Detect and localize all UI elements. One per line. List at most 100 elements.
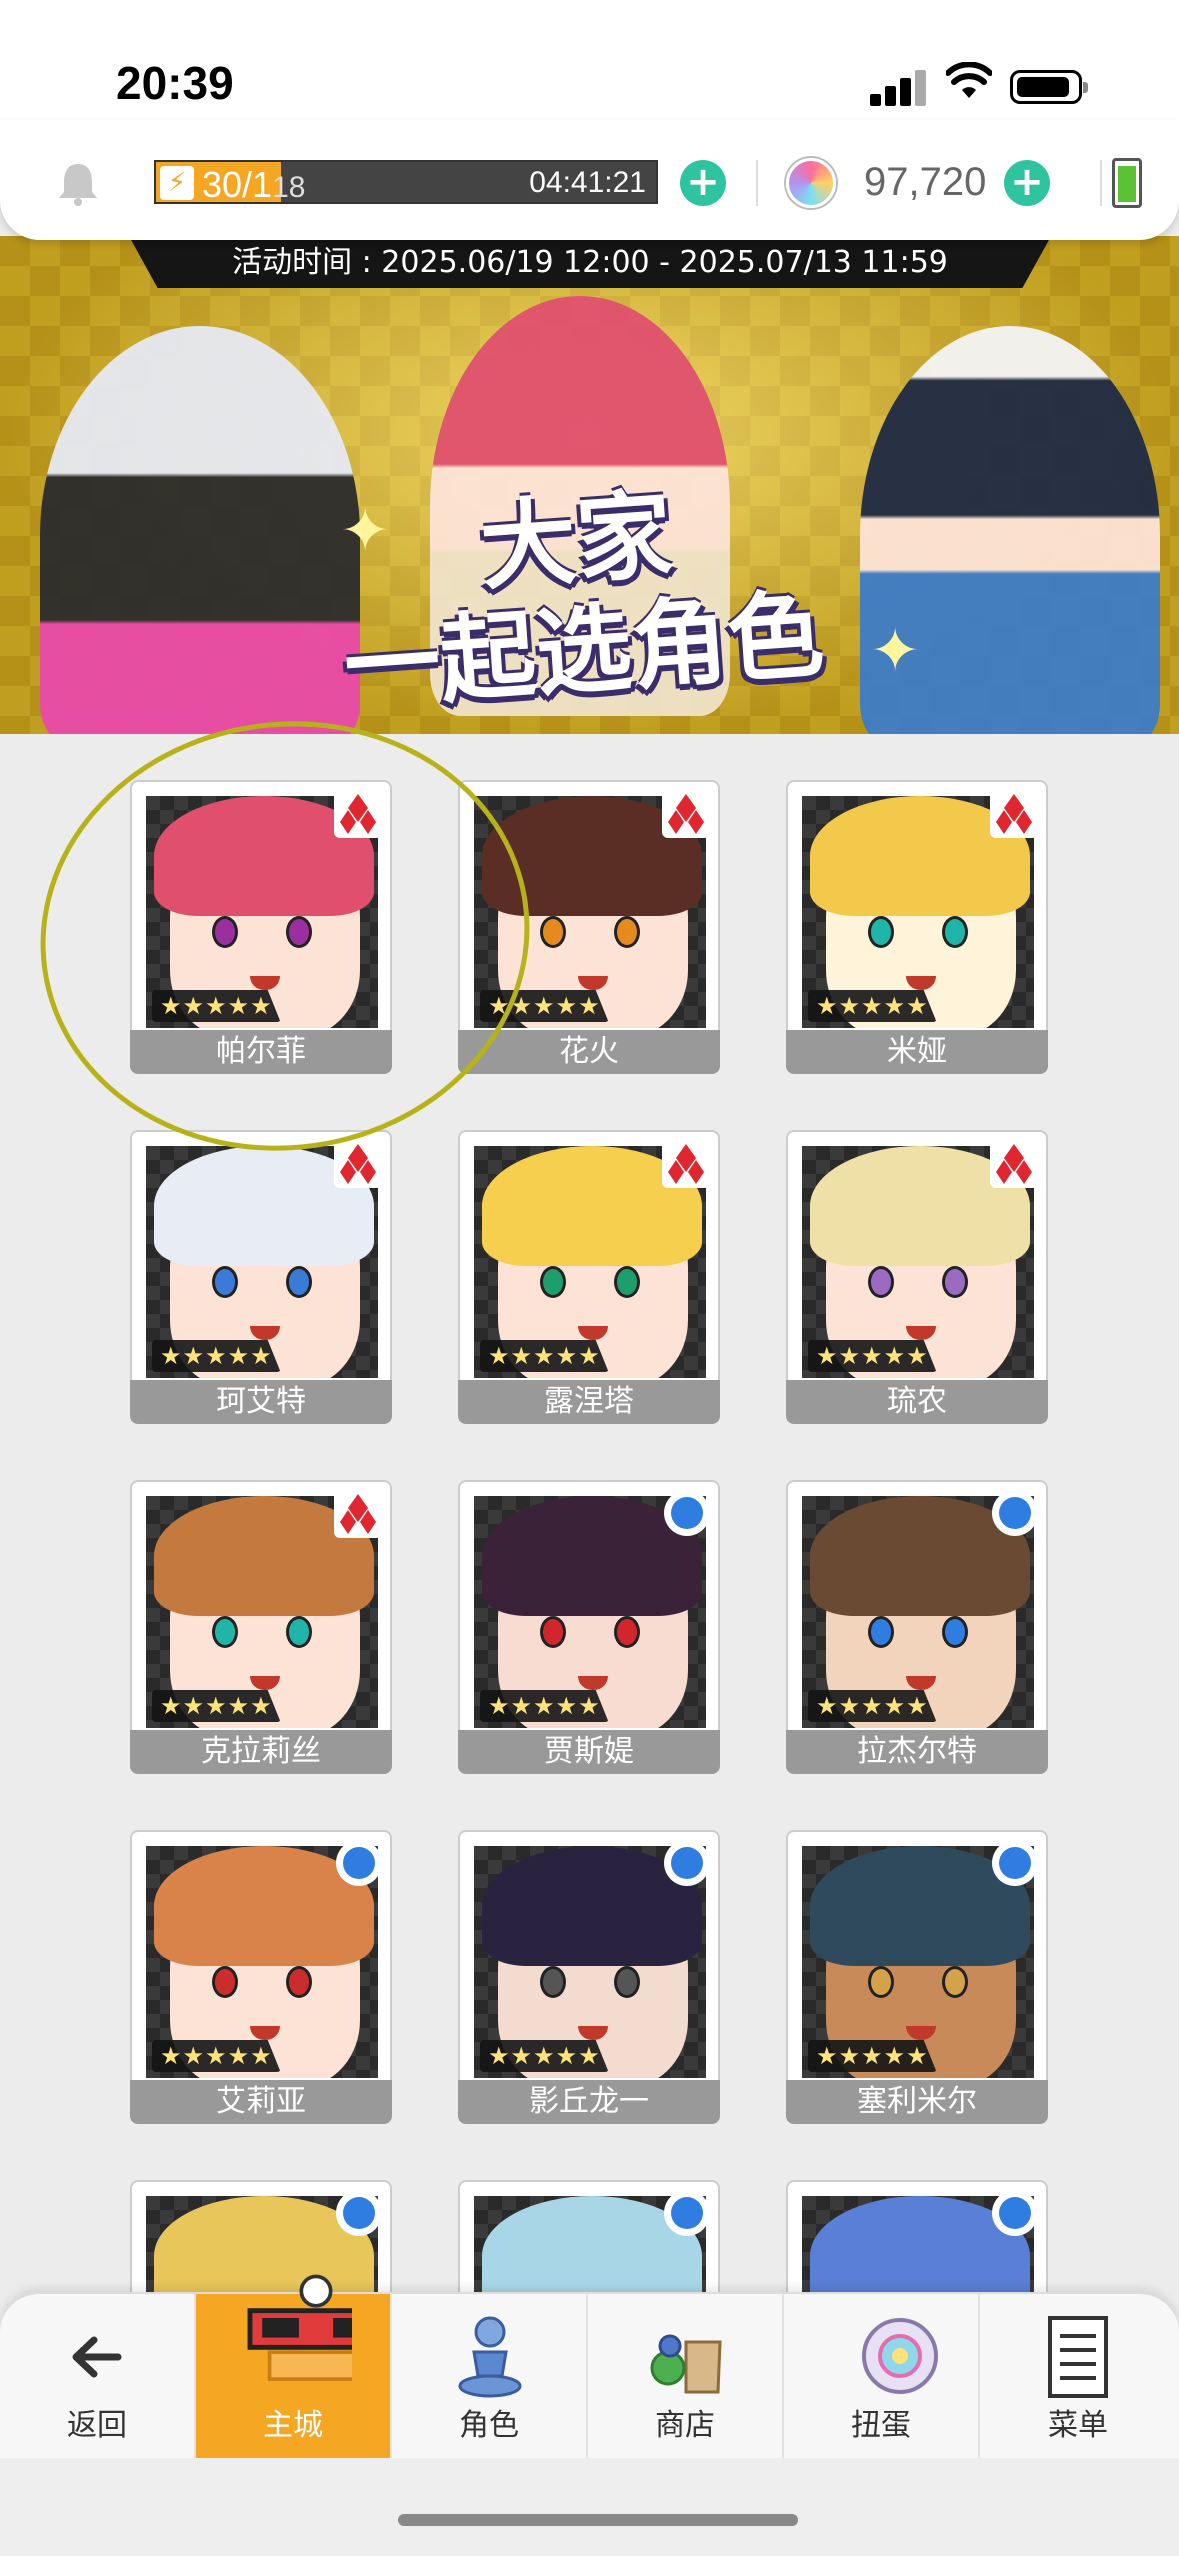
water-attribute-icon [664, 1840, 710, 1886]
character-name: 克拉莉丝 [130, 1730, 392, 1774]
add-gems-button[interactable]: + [1004, 160, 1050, 206]
portrait-eye [212, 1266, 238, 1298]
rarity-stars: ★★★★★ [808, 1340, 937, 1372]
fire-attribute-icon [662, 790, 710, 838]
character-card[interactable]: ★★★★★ 珂艾特 [130, 1130, 392, 1430]
water-attribute-icon [992, 1840, 1038, 1886]
portrait-eye [212, 1966, 238, 1998]
portrait-eye [286, 1966, 312, 1998]
stamina-value: 30/118 [202, 164, 305, 206]
nav-back-label: 返回 [67, 2408, 127, 2443]
fire-attribute-icon [662, 1140, 710, 1188]
event-banner[interactable]: 活动时间 : 2025.06/19 12:00 - 2025.07/13 11:… [0, 236, 1179, 734]
portrait-eye [212, 1616, 238, 1648]
character-card-frame: ★★★★★ [130, 1130, 392, 1392]
portrait-eye [868, 1966, 894, 1998]
fire-attribute-icon [334, 1140, 382, 1188]
character-name: 艾莉亚 [130, 2080, 392, 2124]
home-indicator[interactable] [398, 2514, 798, 2526]
portrait-eye [942, 1966, 968, 1998]
notification-bell-icon[interactable] [56, 160, 100, 206]
gacha-capsule-icon [862, 2318, 938, 2394]
character-portrait: ★★★★★ [474, 1496, 706, 1728]
character-card[interactable]: ★★★★★ 露涅塔 [458, 1130, 720, 1430]
character-name: 珂艾特 [130, 1380, 392, 1424]
nav-shop[interactable]: 商店 [588, 2294, 784, 2460]
character-name: 影丘龙一 [458, 2080, 720, 2124]
portrait-eye [868, 1266, 894, 1298]
portrait-eye [868, 916, 894, 948]
character-figure-icon [458, 2316, 522, 2398]
event-period: 活动时间 : 2025.06/19 12:00 - 2025.07/13 11:… [130, 238, 1050, 288]
gem-icon [786, 158, 836, 208]
menu-list-icon [1048, 2316, 1108, 2398]
character-card[interactable]: ★★★★★ 克拉莉丝 [130, 1480, 392, 1780]
character-name: 米娅 [786, 1030, 1048, 1074]
nav-characters[interactable]: 角色 [392, 2294, 588, 2460]
stamina-current: 30/1 [202, 164, 273, 205]
nav-back[interactable]: 返回 [0, 2294, 196, 2460]
stamina-timer: 04:41:21 [529, 166, 646, 199]
lightning-bolt-icon: ⚡ [160, 166, 194, 200]
nav-characters-label: 角色 [459, 2408, 519, 2443]
rarity-stars: ★★★★★ [480, 990, 609, 1022]
rarity-stars: ★★★★★ [480, 1690, 609, 1722]
character-name: 帕尔菲 [130, 1030, 392, 1074]
character-card-frame: ★★★★★ [458, 780, 720, 1042]
character-card-frame: ★★★★★ [458, 1830, 720, 2092]
character-card-frame [458, 2180, 720, 2294]
nav-shop-label: 商店 [655, 2408, 715, 2443]
character-portrait: ★★★★★ [146, 1846, 378, 2078]
character-card[interactable]: ★★★★★ 艾莉亚 [130, 1830, 392, 2130]
rarity-stars: ★★★★★ [152, 990, 281, 1022]
rarity-stars: ★★★★★ [152, 1340, 281, 1372]
water-attribute-icon [664, 1490, 710, 1536]
portrait-eye [540, 1966, 566, 1998]
character-card[interactable]: ★★★★★ 贾斯媞 [458, 1480, 720, 1780]
water-attribute-icon [336, 1840, 382, 1886]
bottom-safe-area [0, 2458, 1179, 2556]
fire-attribute-icon [990, 790, 1038, 838]
character-card[interactable] [786, 2180, 1048, 2294]
character-grid: ★★★★★ 帕尔菲 ★★★★★ 花火 ★★★★★ 米娅 ★★★★★ 珂艾特 ★★★★★ 露涅塔 ★★… [0, 734, 1179, 2294]
character-card[interactable]: ★★★★★ 影丘龙一 [458, 1830, 720, 2130]
rarity-stars: ★★★★★ [480, 2040, 609, 2072]
bottom-navigation: 返回 主城 角色 商店 扭蛋 菜单 [0, 2274, 1179, 2460]
character-card[interactable]: ★★★★★ 琉农 [786, 1130, 1048, 1430]
nav-menu[interactable]: 菜单 [980, 2294, 1176, 2460]
rarity-stars: ★★★★★ [152, 1690, 281, 1722]
character-card[interactable]: ★★★★★ 花火 [458, 780, 720, 1080]
character-card[interactable] [458, 2180, 720, 2294]
character-card-frame: ★★★★★ [786, 1480, 1048, 1742]
banner-title: 大家 一起选角色 [293, 467, 867, 726]
character-card[interactable]: ★★★★★ 拉杰尔特 [786, 1480, 1048, 1780]
water-attribute-icon [992, 2190, 1038, 2236]
character-card-frame: ★★★★★ [458, 1130, 720, 1392]
portrait-eye [286, 1266, 312, 1298]
nav-gacha-label: 扭蛋 [851, 2408, 911, 2443]
wifi-icon [946, 62, 992, 98]
character-portrait: ★★★★★ [802, 1846, 1034, 2078]
water-attribute-icon [336, 2190, 382, 2236]
device-battery-icon [1010, 70, 1088, 104]
nav-home[interactable]: 主城 [196, 2274, 392, 2460]
back-arrow-icon [72, 2336, 122, 2378]
cellular-signal-icon [870, 66, 930, 106]
character-card-frame: ★★★★★ [786, 1130, 1048, 1392]
character-card-frame: ★★★★★ [786, 780, 1048, 1042]
character-card[interactable]: ★★★★★ 塞利米尔 [786, 1830, 1048, 2130]
character-card-frame: ★★★★★ [130, 1830, 392, 2092]
portrait-eye [286, 1616, 312, 1648]
character-card-frame [786, 2180, 1048, 2294]
character-name: 贾斯媞 [458, 1730, 720, 1774]
portrait-eye [868, 1616, 894, 1648]
fire-attribute-icon [334, 790, 382, 838]
nav-menu-label: 菜单 [1048, 2408, 1108, 2443]
character-card[interactable]: ★★★★★ 帕尔菲 [130, 780, 392, 1080]
portrait-eye [212, 916, 238, 948]
add-stamina-button[interactable]: + [680, 160, 726, 206]
character-card[interactable]: ★★★★★ 米娅 [786, 780, 1048, 1080]
character-card-frame: ★★★★★ [458, 1480, 720, 1742]
fire-attribute-icon [990, 1140, 1038, 1188]
nav-gacha[interactable]: 扭蛋 [784, 2294, 980, 2460]
